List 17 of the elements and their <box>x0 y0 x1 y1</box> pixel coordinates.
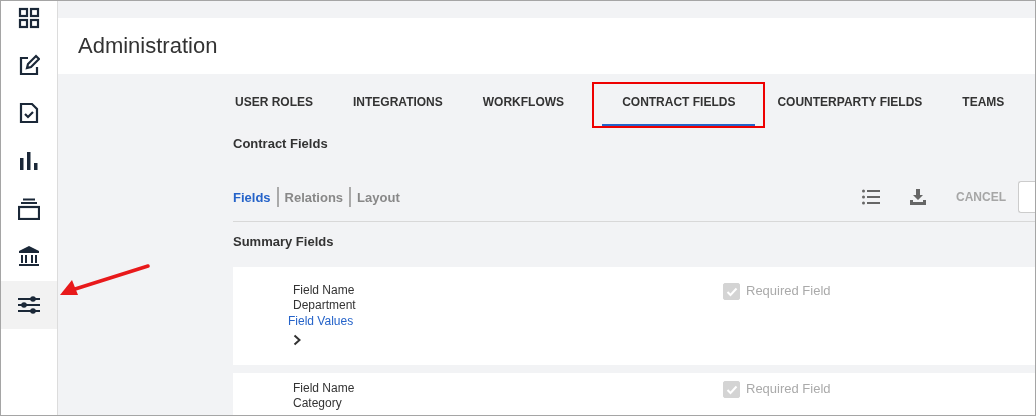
field-values-link[interactable]: Field Values <box>288 313 354 329</box>
checkbox-label: Required Field <box>746 283 831 298</box>
tab[interactable]: COUNTERPARTY FIELDS <box>777 84 941 126</box>
checkbox-label: Required Field <box>746 381 831 396</box>
page-title: Administration <box>78 33 218 59</box>
subtab[interactable]: Fields <box>233 189 271 205</box>
field-value: Category <box>293 396 343 411</box>
tab[interactable]: INTEGRATIONS <box>353 84 461 126</box>
section-title: Summary Fields <box>233 234 335 249</box>
field-value: Department <box>293 298 357 313</box>
tab[interactable]: USER ROLES <box>235 84 331 126</box>
field-label: Field Name <box>293 381 356 396</box>
tab[interactable]: CONTRACT FIELDS <box>602 84 756 126</box>
tab[interactable]: TEAMS <box>962 84 1023 126</box>
section-title: Contract Fields <box>233 136 329 151</box>
field-label: Field Name <box>293 283 356 298</box>
tab[interactable]: WORKFLOWS <box>482 84 583 126</box>
